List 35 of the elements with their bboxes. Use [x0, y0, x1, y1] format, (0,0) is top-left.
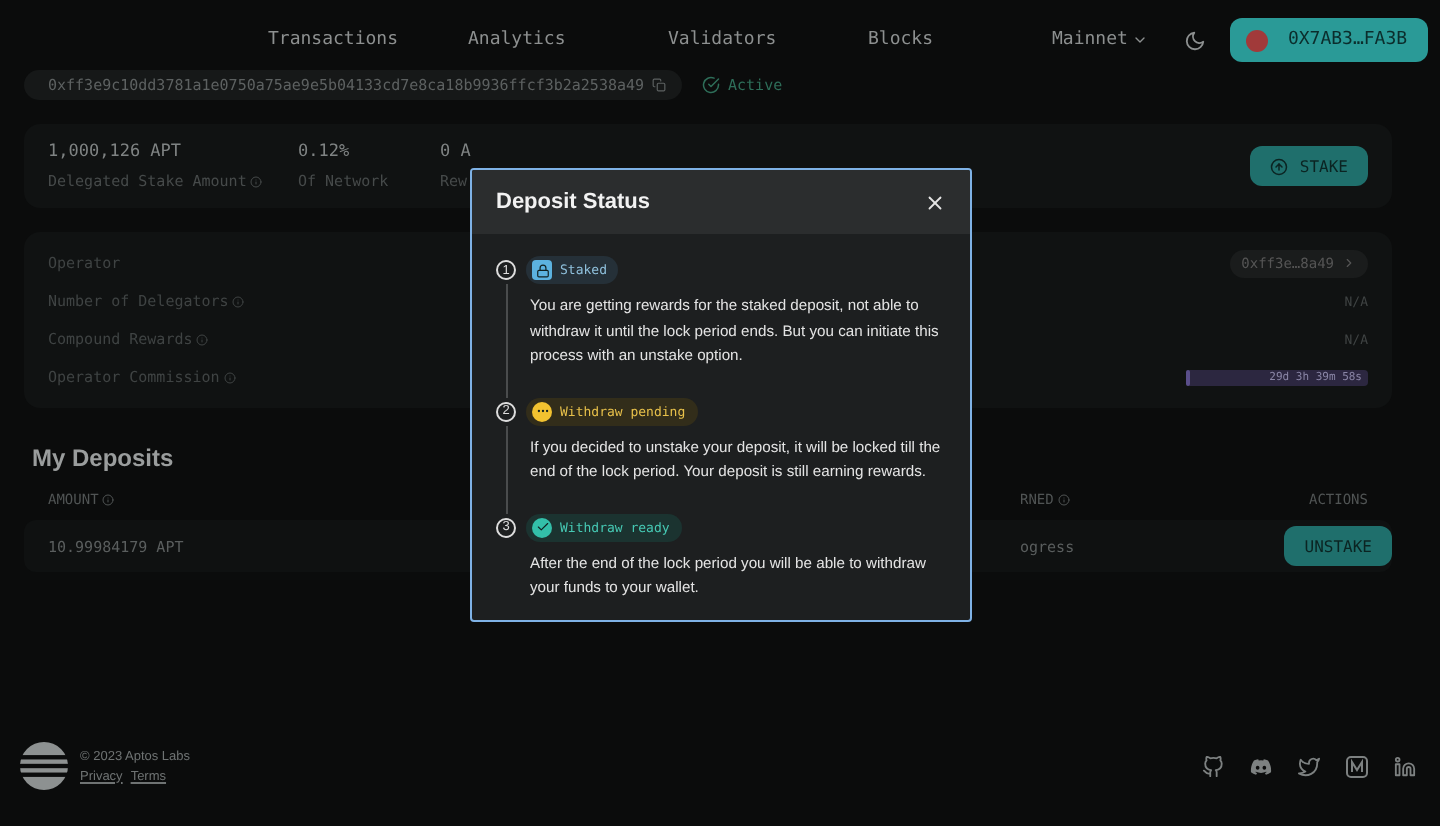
nav-link[interactable]: Validators: [668, 30, 868, 50]
logo-icon[interactable]: [20, 742, 68, 790]
info-icon: [223, 371, 236, 383]
dialog-title: Deposit Status: [496, 190, 651, 214]
linkedin-icon[interactable]: [1394, 755, 1416, 777]
stat-value: 1,000,126 APT: [48, 142, 184, 162]
github-icon[interactable]: [1202, 755, 1224, 777]
chevron-down-icon: [1131, 32, 1148, 48]
info-icon: [232, 295, 245, 307]
network-dropdown[interactable]: Mainnet: [1052, 30, 1148, 50]
section-title: My Deposits: [32, 444, 174, 472]
lock-icon: [532, 260, 552, 280]
stat-value: 0.12%: [298, 142, 352, 162]
medium-icon[interactable]: [1346, 755, 1368, 777]
stake-button[interactable]: STAKE: [1249, 146, 1368, 186]
info-icon: [102, 494, 115, 506]
wallet-button[interactable]: 0X7AB3…FA3B: [1229, 18, 1428, 62]
copy-icon[interactable]: [652, 78, 667, 92]
twitter-icon[interactable]: [1298, 755, 1320, 777]
stat-value: 0 A: [440, 142, 473, 162]
moon-icon[interactable]: [1183, 29, 1206, 51]
nav-link[interactable]: Analytics: [468, 30, 668, 50]
unstake-button[interactable]: UNSTAKE: [1284, 526, 1392, 566]
info-icon: [1057, 494, 1070, 506]
dots-icon: [532, 401, 552, 421]
check-icon: [532, 517, 552, 537]
info-icon: [250, 175, 263, 187]
avatar-icon: [1245, 29, 1268, 51]
check-circle-icon: [702, 76, 721, 94]
info-icon: [196, 333, 209, 345]
chevron-right-icon: [1342, 256, 1356, 270]
close-button[interactable]: [924, 191, 946, 213]
arrow-up-icon: [1269, 157, 1288, 175]
discord-icon[interactable]: [1250, 755, 1272, 777]
nav-link[interactable]: Transactions: [268, 30, 468, 50]
